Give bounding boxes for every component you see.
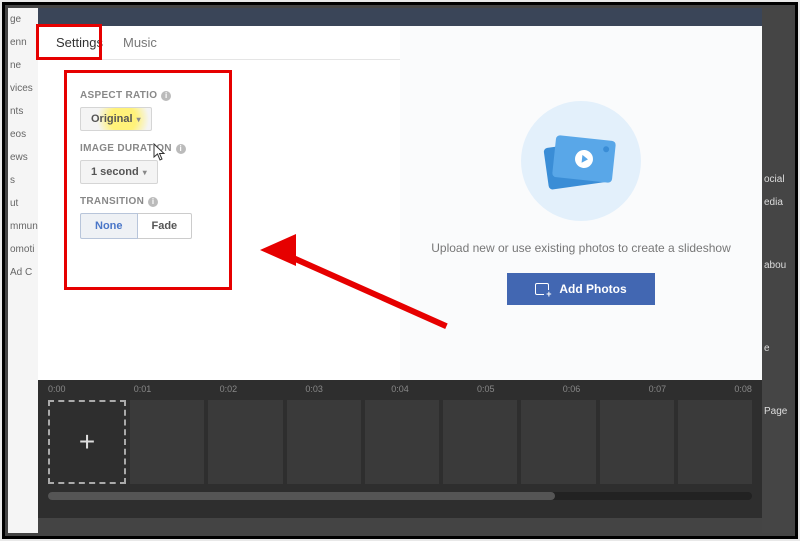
timeline-slot[interactable]: [365, 400, 439, 484]
info-icon[interactable]: i: [176, 144, 186, 154]
timeline-scrollbar[interactable]: [48, 492, 752, 500]
timeline-slot[interactable]: [208, 400, 282, 484]
bg-text: Ad C: [8, 261, 38, 284]
bg-text: s: [8, 169, 38, 192]
info-icon[interactable]: i: [148, 197, 158, 207]
bg-text: ne: [8, 54, 38, 77]
slideshow-timeline: 0:00 0:01 0:02 0:03 0:04 0:05 0:06 0:07 …: [38, 380, 762, 518]
background-right-strip: ocial edia abou e Page: [762, 8, 792, 533]
bg-text: enn: [8, 31, 38, 54]
timeline-slot[interactable]: [678, 400, 752, 484]
play-icon: [574, 149, 594, 169]
photo-stack-icon: [546, 134, 616, 188]
bg-text: mmun: [8, 215, 38, 238]
tutorial-frame: Help ge enn ne vices nts eos ews s ut mm…: [2, 2, 798, 539]
tick: 0:04: [391, 384, 409, 394]
aspect-ratio-label: ASPECT RATIO i: [80, 90, 216, 101]
tick: 0:03: [305, 384, 323, 394]
tab-music[interactable]: Music: [113, 27, 167, 58]
bg-text: abou: [762, 254, 792, 277]
chevron-down-icon: ▾: [137, 115, 141, 124]
timeline-thumbnails: +: [38, 396, 762, 488]
bg-text: vices: [8, 77, 38, 100]
bg-text: omoti: [8, 238, 38, 261]
slideshow-editor-panel: Settings Music ASPECT RATIO i Original ▾…: [38, 26, 762, 380]
timeline-ticks: 0:00 0:01 0:02 0:03 0:04 0:05 0:06 0:07 …: [38, 380, 762, 396]
tab-settings[interactable]: Settings: [46, 27, 113, 58]
tick: 0:08: [734, 384, 752, 394]
tick: 0:05: [477, 384, 495, 394]
label-text: TRANSITION: [80, 196, 144, 207]
transition-fade-button[interactable]: Fade: [138, 213, 193, 239]
slideshow-controls: ASPECT RATIO i Original ▾ IMAGE DURATION…: [68, 76, 228, 255]
settings-pane: Settings Music ASPECT RATIO i Original ▾…: [38, 26, 400, 380]
info-icon[interactable]: i: [161, 91, 171, 101]
button-label: Add Photos: [559, 282, 626, 296]
transition-label: TRANSITION i: [80, 196, 216, 207]
chevron-down-icon: ▾: [143, 168, 147, 177]
select-value: Original: [91, 113, 133, 125]
bg-text: nts: [8, 100, 38, 123]
tick: 0:02: [220, 384, 238, 394]
app-topbar: Help: [8, 8, 792, 26]
scrollbar-thumb[interactable]: [48, 492, 555, 500]
label-text: ASPECT RATIO: [80, 90, 157, 101]
editor-tabs: Settings Music: [38, 26, 400, 60]
timeline-slot[interactable]: [600, 400, 674, 484]
bg-text: ews: [8, 146, 38, 169]
transition-none-button[interactable]: None: [80, 213, 138, 239]
tick: 0:01: [134, 384, 152, 394]
label-text: IMAGE DURATION: [80, 143, 172, 154]
aspect-ratio-select[interactable]: Original ▾: [80, 107, 152, 131]
upload-pane: Upload new or use existing photos to cre…: [400, 26, 762, 380]
bg-text: ge: [8, 8, 38, 31]
tick: 0:00: [48, 384, 66, 394]
timeline-slot[interactable]: [287, 400, 361, 484]
upload-illustration: [521, 101, 641, 221]
upload-instructions: Upload new or use existing photos to cre…: [401, 239, 761, 257]
add-photo-icon: [535, 283, 549, 295]
add-photos-button[interactable]: Add Photos: [507, 273, 654, 305]
select-value: 1 second: [91, 166, 139, 178]
transition-segmented: None Fade: [80, 213, 216, 239]
tick: 0:07: [649, 384, 667, 394]
timeline-slot[interactable]: [130, 400, 204, 484]
timeline-slot[interactable]: [521, 400, 595, 484]
bg-text: Page: [762, 400, 792, 423]
background-left-strip: ge enn ne vices nts eos ews s ut mmun om…: [8, 8, 38, 533]
bg-text: eos: [8, 123, 38, 146]
timeline-slot[interactable]: [443, 400, 517, 484]
bg-text: e: [762, 337, 792, 360]
bg-text: ocial: [762, 168, 792, 191]
tick: 0:06: [563, 384, 581, 394]
bg-text: ut: [8, 192, 38, 215]
bg-text: edia: [762, 191, 792, 214]
image-duration-select[interactable]: 1 second ▾: [80, 160, 158, 184]
add-slide-button[interactable]: +: [48, 400, 126, 484]
image-duration-label: IMAGE DURATION i: [80, 143, 216, 154]
